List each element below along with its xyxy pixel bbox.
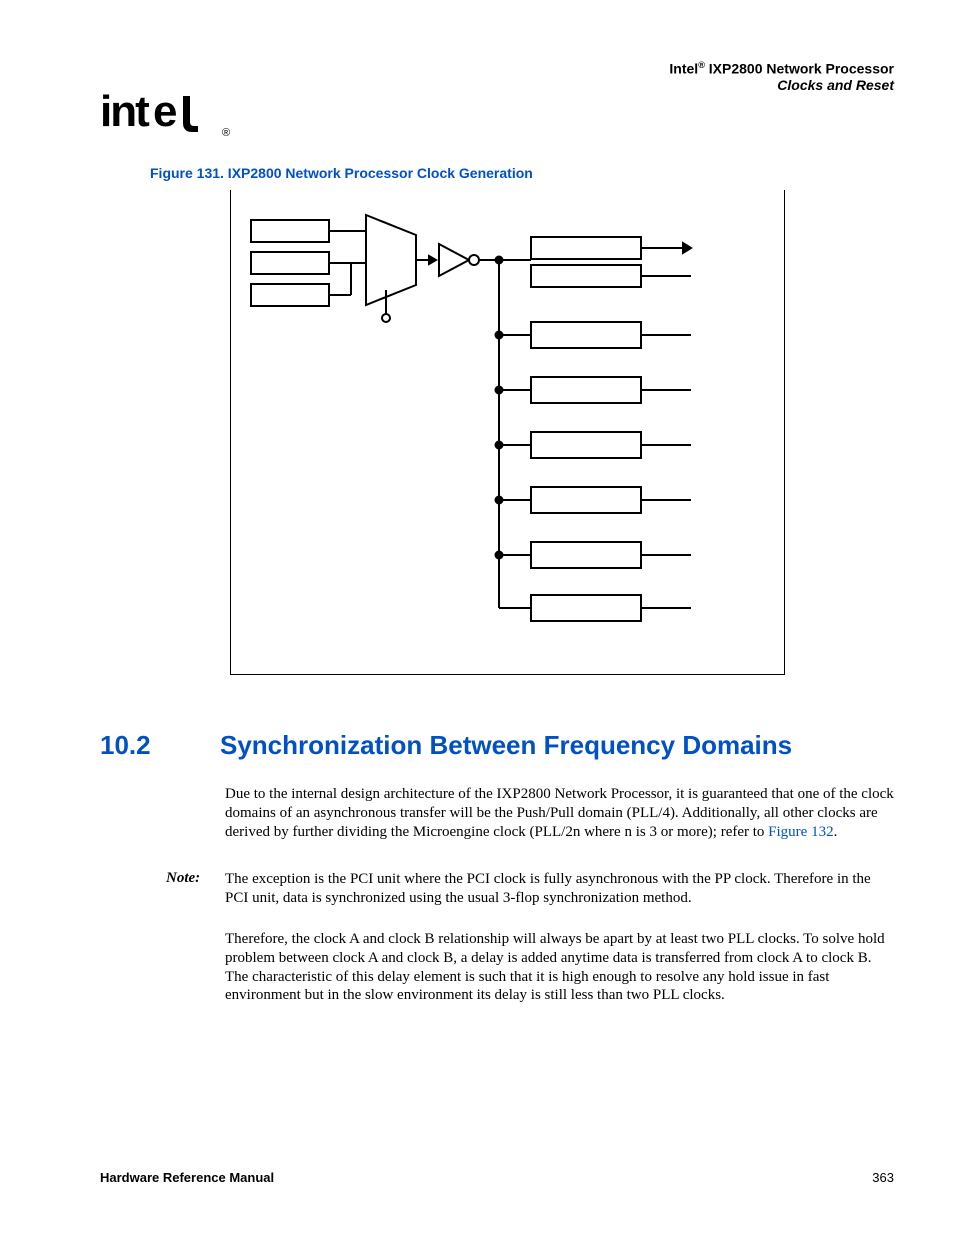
page-footer: Hardware Reference Manual 363 [100, 1170, 894, 1185]
section-heading: 10.2Synchronization Between Frequency Do… [100, 730, 894, 761]
page-number: 363 [872, 1170, 894, 1185]
header-subtitle: Clocks and Reset [669, 77, 894, 93]
paragraph-3: Therefore, the clock A and clock B relat… [225, 930, 894, 1005]
logo-registered-mark: ® [222, 127, 228, 139]
intel-logo: int e ® [100, 90, 228, 147]
header-brand: Intel [669, 61, 698, 77]
clock-generation-diagram [230, 190, 785, 675]
svg-text:int: int [100, 90, 150, 136]
section-title: Synchronization Between Frequency Domain… [220, 730, 792, 760]
intel-logo-svg: int e [100, 90, 220, 136]
paragraph-note: The exception is the PCI unit where the … [225, 870, 894, 908]
figure-132-link[interactable]: Figure 132 [768, 824, 833, 840]
note-label: Note: [166, 870, 200, 887]
registered-mark: ® [698, 60, 705, 70]
page-container: Intel® IXP2800 Network Processor Clocks … [0, 0, 954, 1235]
figure-caption: Figure 131. IXP2800 Network Processor Cl… [150, 165, 533, 181]
paragraph-1: Due to the internal design architecture … [225, 785, 894, 841]
p1-text-b: . [834, 824, 838, 840]
header-line-1: Intel® IXP2800 Network Processor [669, 60, 894, 77]
footer-title: Hardware Reference Manual [100, 1170, 274, 1185]
running-header: Intel® IXP2800 Network Processor Clocks … [669, 60, 894, 93]
svg-text:e: e [153, 90, 176, 136]
header-product: IXP2800 Network Processor [705, 61, 894, 77]
diagram-svg [231, 190, 786, 675]
section-number: 10.2 [100, 730, 220, 761]
